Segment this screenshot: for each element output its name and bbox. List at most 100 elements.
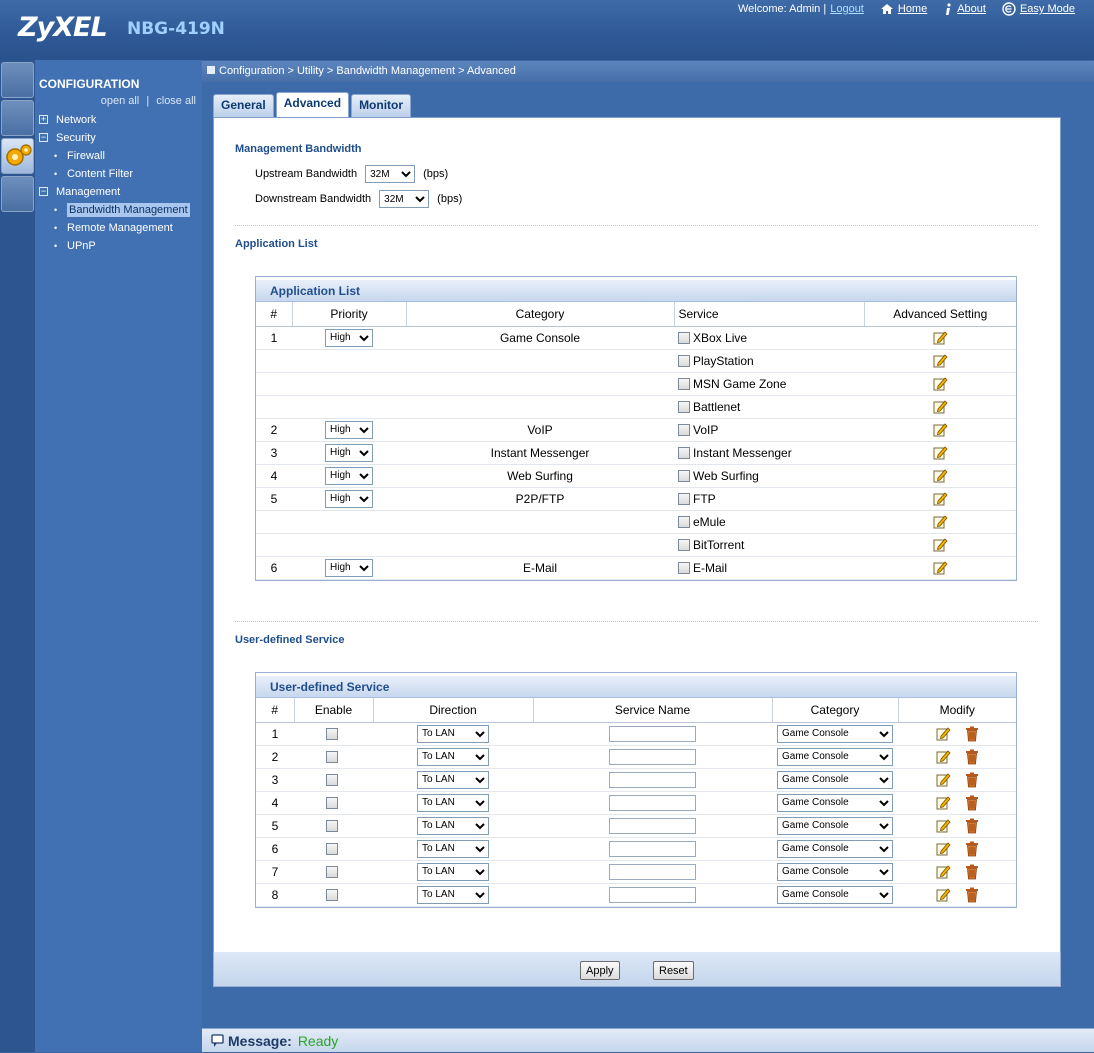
enable-checkbox[interactable] (326, 888, 338, 901)
edit-icon[interactable] (933, 376, 948, 391)
edit-icon[interactable] (936, 749, 951, 764)
service-checkbox[interactable] (678, 354, 690, 367)
edit-icon[interactable] (936, 864, 951, 879)
collapse-icon[interactable]: − (39, 133, 48, 142)
enable-checkbox[interactable] (326, 727, 338, 740)
tab-monitor[interactable]: Monitor (351, 94, 412, 117)
category-select[interactable]: Game Console (777, 816, 893, 835)
direction-select[interactable]: To LAN (417, 816, 489, 835)
collapse-icon[interactable]: − (39, 187, 48, 196)
trash-icon[interactable] (965, 772, 979, 787)
sidebar-item-upnp[interactable]: • UPnP (35, 237, 202, 255)
edit-icon[interactable] (933, 399, 948, 414)
service-checkbox[interactable] (678, 469, 690, 482)
trash-icon[interactable] (965, 818, 979, 833)
edit-icon[interactable] (936, 772, 951, 787)
about-link[interactable]: About (957, 3, 986, 15)
maintenance-panel-icon[interactable] (1, 176, 34, 212)
service-name-input[interactable] (609, 771, 696, 788)
sidebar-item-remote-management[interactable]: • Remote Management (35, 219, 202, 237)
service-checkbox[interactable] (678, 377, 690, 390)
category-select[interactable]: Game Console (777, 747, 893, 766)
priority-select[interactable]: High (325, 558, 373, 577)
home-link[interactable]: Home (898, 3, 927, 15)
status-panel-icon[interactable] (1, 62, 34, 98)
enable-checkbox[interactable] (326, 750, 338, 763)
category-select[interactable]: Game Console (777, 885, 893, 904)
enable-checkbox[interactable] (326, 819, 338, 832)
home-icon[interactable] (880, 3, 894, 15)
service-name-input[interactable] (609, 725, 696, 742)
edit-icon[interactable] (936, 726, 951, 741)
sidebar-item-network[interactable]: + Network (35, 111, 202, 129)
enable-checkbox[interactable] (326, 796, 338, 809)
category-select[interactable]: Game Console (777, 862, 893, 881)
open-all-link[interactable]: open all (101, 95, 140, 107)
edit-icon[interactable] (933, 514, 948, 529)
service-checkbox[interactable] (678, 331, 690, 344)
expand-icon[interactable]: + (39, 115, 48, 124)
easy-mode-icon[interactable] (1002, 2, 1016, 16)
direction-select[interactable]: To LAN (417, 885, 489, 904)
sidebar-item-management[interactable]: − Management (35, 183, 202, 201)
trash-icon[interactable] (965, 726, 979, 741)
enable-checkbox[interactable] (326, 773, 338, 786)
service-checkbox[interactable] (678, 561, 690, 574)
edit-icon[interactable] (933, 330, 948, 345)
logout-link[interactable]: Logout (830, 3, 864, 15)
service-checkbox[interactable] (678, 492, 690, 505)
edit-icon[interactable] (933, 422, 948, 437)
downstream-select[interactable]: 32M (379, 190, 430, 208)
enable-checkbox[interactable] (326, 842, 338, 855)
apply-button[interactable]: Apply (580, 961, 620, 980)
service-name-input[interactable] (609, 886, 696, 903)
priority-select[interactable]: High (325, 489, 373, 508)
trash-icon[interactable] (965, 887, 979, 902)
sidebar-item-bandwidth-management[interactable]: • Bandwidth Management (35, 201, 202, 219)
service-checkbox[interactable] (678, 400, 690, 413)
service-name-input[interactable] (609, 840, 696, 857)
category-select[interactable]: Game Console (777, 724, 893, 743)
reset-button[interactable]: Reset (653, 961, 694, 980)
category-select[interactable]: Game Console (777, 839, 893, 858)
service-checkbox[interactable] (678, 515, 690, 528)
category-select[interactable]: Game Console (777, 793, 893, 812)
priority-select[interactable]: High (325, 328, 373, 347)
edit-icon[interactable] (933, 537, 948, 552)
direction-select[interactable]: To LAN (417, 724, 489, 743)
edit-icon[interactable] (936, 795, 951, 810)
trash-icon[interactable] (965, 749, 979, 764)
service-checkbox[interactable] (678, 446, 690, 459)
trash-icon[interactable] (965, 864, 979, 879)
edit-icon[interactable] (933, 491, 948, 506)
direction-select[interactable]: To LAN (417, 770, 489, 789)
service-checkbox[interactable] (678, 538, 690, 551)
direction-select[interactable]: To LAN (417, 747, 489, 766)
priority-select[interactable]: High (325, 443, 373, 462)
info-icon[interactable] (943, 2, 953, 16)
tab-advanced[interactable]: Advanced (275, 92, 350, 117)
service-name-input[interactable] (609, 748, 696, 765)
close-all-link[interactable]: close all (156, 95, 196, 107)
service-name-input[interactable] (609, 863, 696, 880)
sidebar-item-security[interactable]: − Security (35, 129, 202, 147)
category-select[interactable]: Game Console (777, 770, 893, 789)
edit-icon[interactable] (936, 818, 951, 833)
edit-icon[interactable] (936, 887, 951, 902)
trash-icon[interactable] (965, 841, 979, 856)
enable-checkbox[interactable] (326, 865, 338, 878)
edit-icon[interactable] (933, 560, 948, 575)
direction-select[interactable]: To LAN (417, 862, 489, 881)
direction-select[interactable]: To LAN (417, 793, 489, 812)
direction-select[interactable]: To LAN (417, 839, 489, 858)
trash-icon[interactable] (965, 795, 979, 810)
service-checkbox[interactable] (678, 423, 690, 436)
sidebar-item-content-filter[interactable]: • Content Filter (35, 165, 202, 183)
edit-icon[interactable] (933, 353, 948, 368)
edit-icon[interactable] (936, 841, 951, 856)
sidebar-item-firewall[interactable]: • Firewall (35, 147, 202, 165)
priority-select[interactable]: High (325, 466, 373, 485)
edit-icon[interactable] (933, 468, 948, 483)
priority-select[interactable]: High (325, 420, 373, 439)
configuration-gear-icon[interactable] (1, 138, 34, 174)
